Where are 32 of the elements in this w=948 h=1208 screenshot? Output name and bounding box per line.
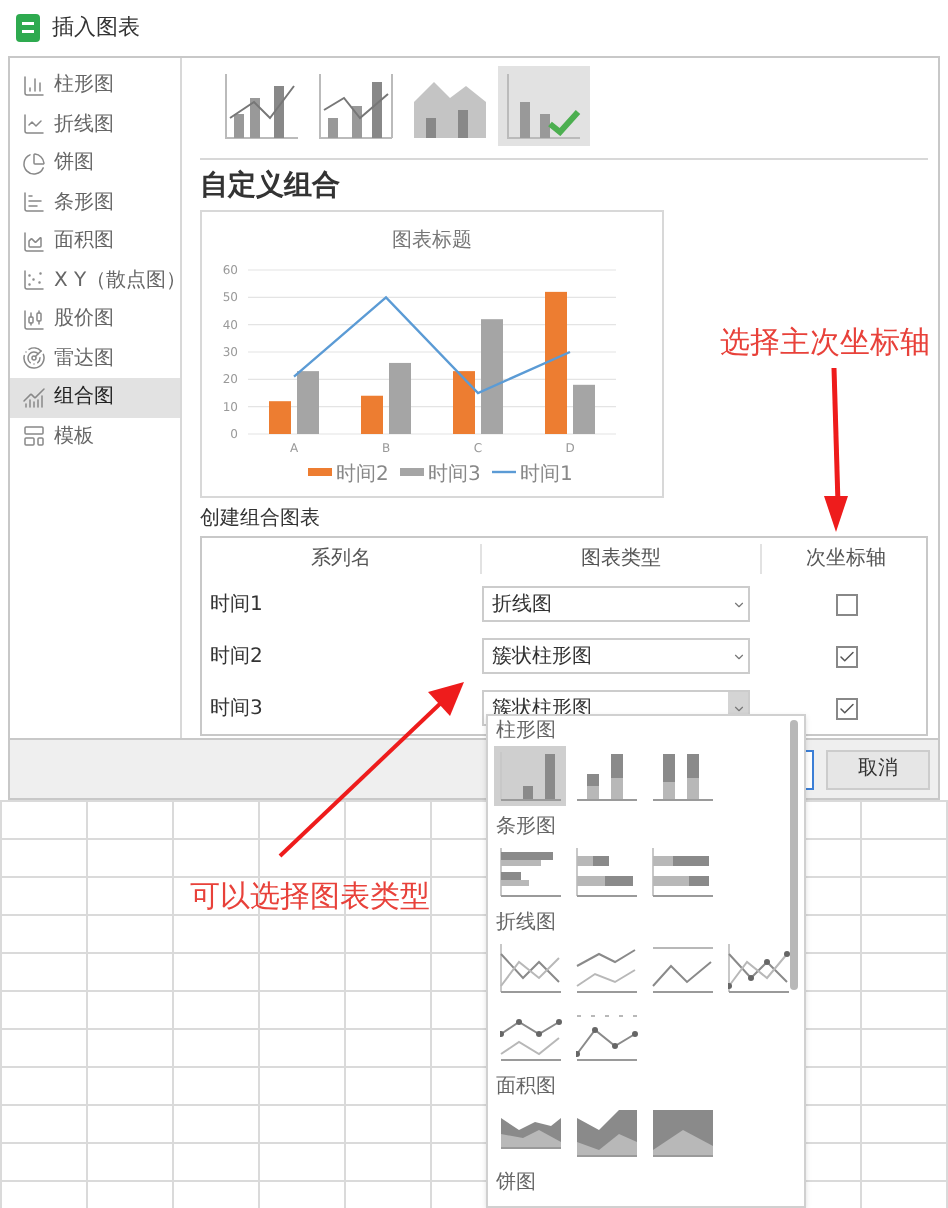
window-title: 插入图表 [52, 11, 140, 44]
legend-label: 时间1 [520, 464, 573, 486]
sidebar-item[interactable]: 模板 [10, 417, 180, 456]
series-name: 时间3 [208, 695, 265, 723]
annotation-text: 选择主次坐标轴 [720, 322, 930, 364]
section-heading: 自定义组合 [200, 168, 342, 204]
column-header: 图表类型 [482, 543, 762, 573]
sidebar-item[interactable]: 柱形图 [10, 66, 180, 105]
dropdown-section-label: 条形图 [494, 814, 558, 842]
chart-type-select[interactable]: 折线图 [482, 586, 750, 622]
sidebar-item[interactable]: 组合图 [10, 378, 180, 417]
section-label: 创建组合图表 [200, 506, 322, 532]
chart-type-select[interactable]: 簇状柱形图 [482, 638, 750, 674]
legend-label: 时间3 [428, 464, 481, 486]
legend-label: 时间2 [336, 464, 389, 486]
sidebar-item[interactable]: 条形图 [10, 183, 180, 222]
cancel-button[interactable]: 取消 [826, 749, 930, 789]
series-name: 时间2 [208, 643, 265, 671]
column-header: 系列名 [202, 543, 482, 573]
sidebar-item[interactable]: 饼图 [10, 144, 180, 183]
dropdown-section-label: 饼图 [494, 1170, 538, 1198]
series-name: 时间1 [208, 591, 265, 619]
sidebar-item[interactable]: 股价图 [10, 300, 180, 339]
column-header: 次坐标轴 [804, 545, 888, 573]
sidebar-item[interactable]: 折线图 [10, 105, 180, 144]
sidebar-item[interactable]: X Y（散点图） [10, 261, 180, 300]
chart-title: 图表标题 [392, 230, 472, 252]
sidebar-item[interactable]: 雷达图 [10, 339, 180, 378]
dropdown-section-label: 面积图 [494, 1074, 558, 1102]
dropdown-section-label: 折线图 [494, 910, 558, 938]
annotation-text: 可以选择图表类型 [190, 876, 430, 918]
sidebar-item[interactable]: 面积图 [10, 222, 180, 261]
